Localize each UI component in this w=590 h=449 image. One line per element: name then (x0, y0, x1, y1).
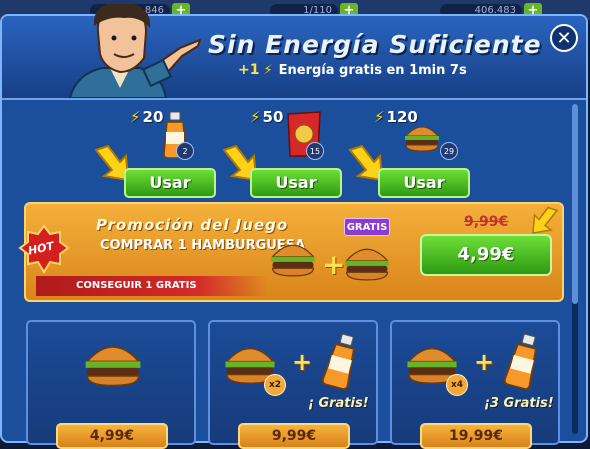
energy-regen-text: Energía gratis en 1min 7s (278, 63, 467, 78)
promo-title: Promoción del Juego (96, 216, 289, 234)
use-juice-button[interactable]: Usar (124, 168, 216, 198)
promo-ribbon: CONSEGUIR 1 GRATIS (36, 276, 268, 296)
item-burger-count: 29 (440, 142, 458, 160)
offer-1-price-button[interactable]: 4,99€ (56, 423, 168, 449)
burger-icon (345, 248, 389, 281)
close-button[interactable]: ✕ (550, 24, 578, 52)
lightning-icon: ⚡ (250, 108, 261, 126)
energy-regen-amount: +1 (238, 62, 260, 78)
offer-3-price-button[interactable]: 19,99€ (420, 423, 532, 449)
juice-bottle-icon (321, 333, 355, 390)
item-juice-energy: ⚡ 20 (130, 108, 163, 126)
energy-regen-info: +1 ⚡ Energía gratis en 1min 7s (238, 62, 467, 78)
lightning-icon: ⚡ (130, 108, 141, 126)
dialog-title: Sin Energía Suficiente (208, 30, 542, 59)
item-chips-energy-value: 50 (262, 108, 284, 126)
item-chips-count: 15 (306, 142, 324, 160)
item-juice-count: 2 (176, 142, 194, 160)
burger-icon (85, 346, 141, 387)
promo-plus-sign: + (322, 248, 346, 281)
use-burger-button[interactable]: Usar (378, 168, 470, 198)
offer-2-free-label: ¡ Gratis! (308, 396, 369, 411)
promo-buy-button[interactable]: 4,99€ (420, 234, 552, 276)
burger-icon (404, 126, 440, 152)
offer-3-plus-sign: + (474, 348, 495, 376)
offer-2-price-button[interactable]: 9,99€ (238, 423, 350, 449)
not-enough-energy-dialog: Sin Energía Suficiente +1 ⚡ Energía gratis… (0, 4, 588, 449)
gratis-tag: GRATIS (344, 218, 390, 236)
juice-bottle-icon (503, 333, 537, 390)
offer-2-multiplier: x2 (264, 374, 286, 396)
offer-card-1[interactable]: 4,99€ (26, 320, 196, 449)
burger-icon (271, 244, 315, 277)
item-chips-energy: ⚡ 50 (250, 108, 283, 126)
scrollbar[interactable] (572, 104, 578, 434)
offer-2-plus-sign: + (292, 348, 313, 376)
promo-old-price: 9,99€ (464, 214, 509, 230)
offer-3-multiplier: x4 (446, 374, 468, 396)
use-chips-button[interactable]: Usar (250, 168, 342, 198)
scrollbar-thumb[interactable] (572, 104, 578, 304)
item-juice-energy-value: 20 (142, 108, 164, 126)
offer-card-2[interactable]: x2 + ¡ Gratis! 9,99€ (208, 320, 378, 449)
lightning-icon: ⚡ (374, 108, 385, 126)
energy-items-row: ⚡ 20 2 ⚡ 50 15 ⚡ 120 29 Usar Usar Usar (30, 102, 550, 212)
offer-3-free-label: ¡3 Gratis! (484, 396, 554, 411)
pointer-arrow-icon (532, 206, 559, 234)
offer-card-3[interactable]: x4 + ¡3 Gratis! 19,99€ (390, 320, 560, 449)
character-pointing-avatar (68, 4, 202, 98)
lightning-icon: ⚡ (263, 63, 273, 78)
promo-banner: HOT Promoción del Juego COMPRAR 1 HAMBUR… (18, 202, 564, 302)
